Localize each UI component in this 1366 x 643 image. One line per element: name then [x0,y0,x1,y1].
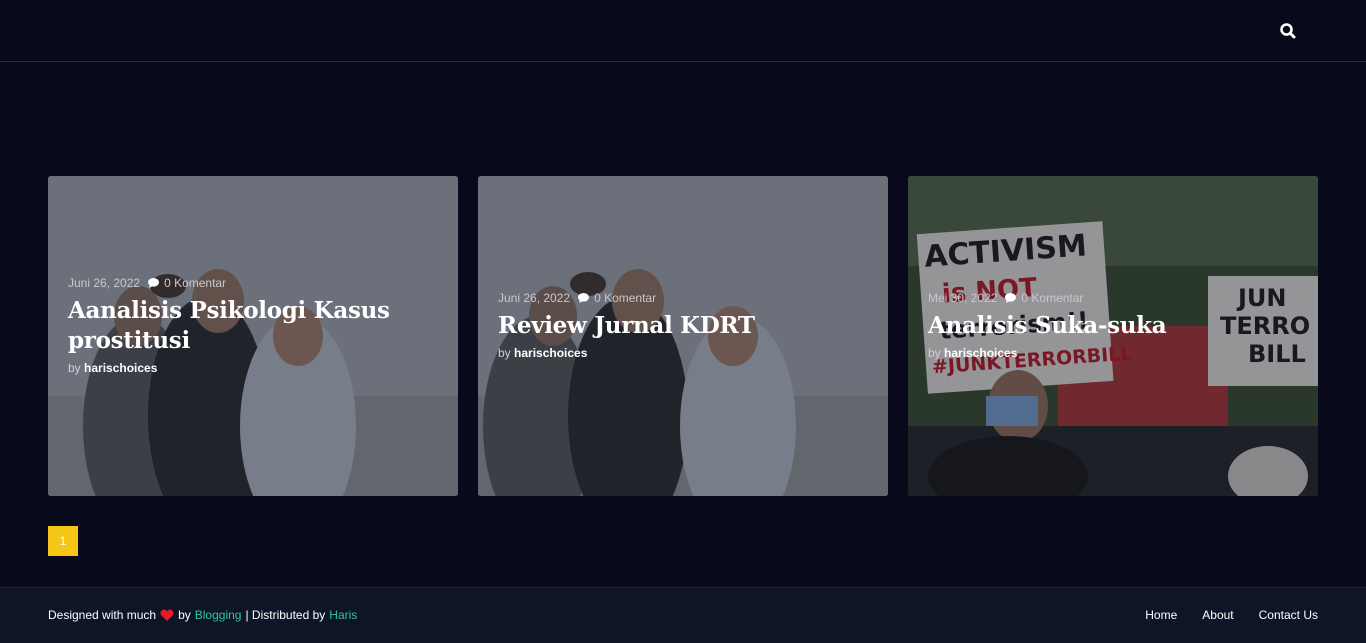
pagination-current-page[interactable]: 1 [48,526,78,556]
byline-prefix: by [498,346,511,360]
site-footer: Designed with much by Blogging | Distrib… [0,587,1366,643]
post-card[interactable]: Juni 26, 2022 0 Komentar Aanalisis Psiko… [48,176,458,496]
heart-icon [160,609,174,621]
footer-link-contact[interactable]: Contact Us [1259,608,1318,622]
post-author[interactable]: harischoices [84,361,157,375]
post-author[interactable]: harischoices [514,346,587,360]
comment-icon [1005,293,1017,303]
post-title[interactable]: Aanalisis Psikologi Kasus prostitusi [68,296,438,356]
post-info: Juni 26, 2022 0 Komentar Aanalisis Psiko… [68,276,438,375]
credits-by: by [178,608,191,622]
credits-distributed: | Distributed by [245,608,326,622]
post-info: Juni 26, 2022 0 Komentar Review Jurnal K… [498,291,868,360]
comment-count[interactable]: 0 Komentar [1021,291,1083,305]
post-date: Juni 26, 2022 [498,291,571,305]
footer-link-about[interactable]: About [1202,608,1233,622]
haris-link[interactable]: Haris [329,608,357,622]
comment-icon [578,293,590,303]
blogging-link[interactable]: Blogging [195,608,242,622]
byline-prefix: by [928,346,941,360]
post-info: Mei 30, 2022 0 Komentar Analisis Suka-su… [928,291,1298,360]
footer-credits: Designed with much by Blogging | Distrib… [48,608,357,622]
post-date: Juni 26, 2022 [68,276,141,290]
comment-count[interactable]: 0 Komentar [164,276,226,290]
post-date: Mei 30, 2022 [928,291,998,305]
comment-count[interactable]: 0 Komentar [594,291,656,305]
post-title[interactable]: Analisis Suka-suka [928,311,1298,341]
site-header [0,0,1366,62]
comment-icon [148,278,160,288]
credits-text: Designed with much [48,608,157,622]
footer-link-home[interactable]: Home [1145,608,1177,622]
post-title[interactable]: Review Jurnal KDRT [498,311,868,341]
post-author[interactable]: harischoices [944,346,1017,360]
search-icon[interactable] [1278,21,1298,41]
post-card[interactable]: ACTIVISM is NOT terrorism!! #JUNKTERRORB… [908,176,1318,496]
post-grid: Juni 26, 2022 0 Komentar Aanalisis Psiko… [48,176,1318,496]
post-card[interactable]: Juni 26, 2022 0 Komentar Review Jurnal K… [478,176,888,496]
footer-nav: Home About Contact Us [1145,608,1318,622]
byline-prefix: by [68,361,81,375]
